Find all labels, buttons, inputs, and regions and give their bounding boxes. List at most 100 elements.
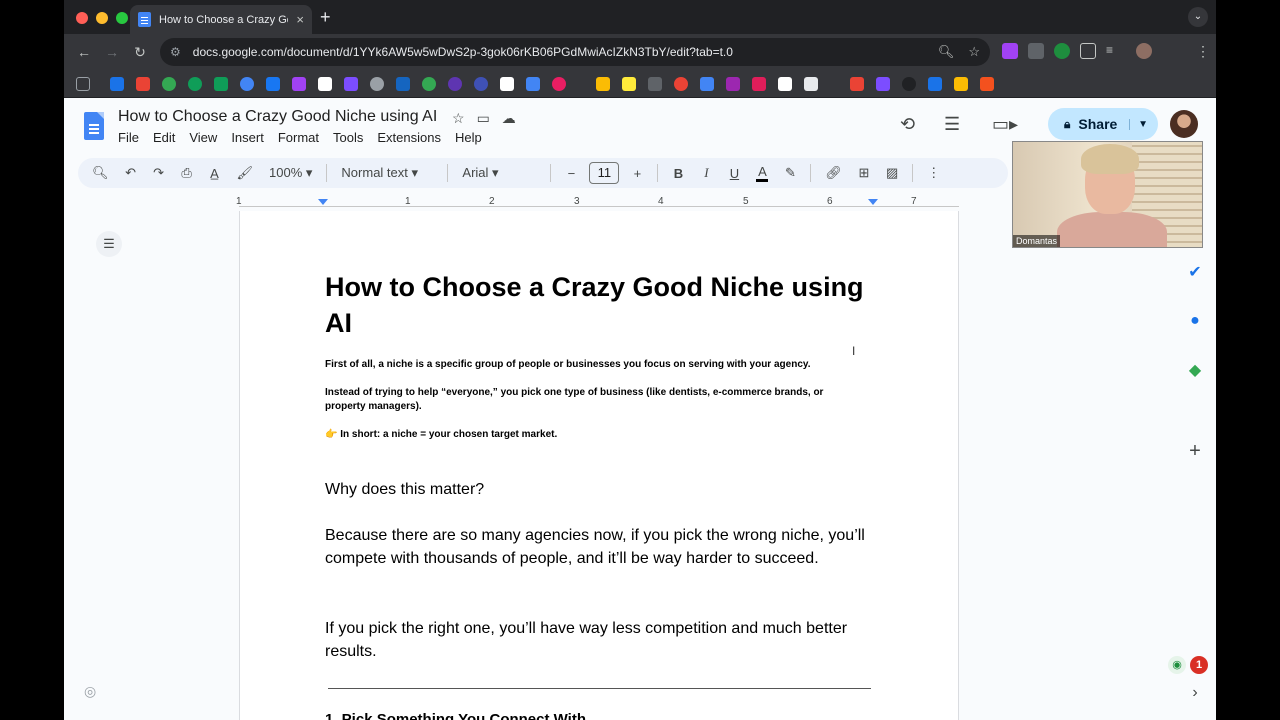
bookmark-white-icon[interactable] [778, 77, 792, 91]
maximize-window-button[interactable] [116, 12, 128, 24]
bold-button[interactable]: B [672, 166, 684, 181]
move-folder-icon[interactable]: ▭ [477, 110, 490, 127]
left-indent-marker[interactable] [318, 199, 328, 205]
extension-s-icon[interactable] [1002, 43, 1018, 59]
bookmark-globe-icon[interactable] [370, 77, 384, 91]
font-select[interactable]: Arial ▾ [462, 165, 536, 181]
menu-edit[interactable]: Edit [153, 130, 175, 145]
right-indent-marker[interactable] [868, 199, 878, 205]
bookmark-w-icon[interactable] [928, 77, 942, 91]
bookmark-whatsapp-icon[interactable] [422, 77, 436, 91]
maps-pin-icon[interactable]: ◆ [1184, 360, 1206, 382]
undo-icon[interactable]: ↶ [125, 165, 137, 181]
tab-close-icon[interactable]: × [296, 12, 304, 27]
print-icon[interactable]: ⎙ [181, 165, 193, 181]
cloud-status-icon[interactable]: ☁ [502, 110, 516, 127]
tasks-icon[interactable]: ✔ [1184, 262, 1206, 284]
address-bar[interactable]: ⚙ docs.google.com/document/d/1YYk6AW5w5w… [160, 38, 990, 66]
zoom-icon[interactable]: 🔍︎ [938, 44, 955, 60]
version-history-icon[interactable]: ⟲ [900, 114, 915, 135]
highlight-pen-icon[interactable]: ✎ [784, 165, 796, 181]
bookmark-dark-icon[interactable] [902, 77, 916, 91]
redo-icon[interactable]: ↷ [153, 165, 165, 181]
docs-logo-icon[interactable] [84, 112, 104, 140]
add-addon-icon[interactable]: + [1184, 440, 1206, 462]
document-page[interactable]: How to Choose a Crazy Good Niche using A… [239, 211, 959, 720]
bookmark-n-icon[interactable] [726, 77, 740, 91]
document-title[interactable]: How to Choose a Crazy Good Niche using A… [118, 108, 437, 126]
contacts-icon[interactable]: ● [1184, 312, 1206, 334]
style-select[interactable]: Normal text ▾ [341, 165, 433, 181]
extension-code-icon[interactable] [1028, 43, 1044, 59]
italic-button[interactable]: I [700, 165, 712, 181]
menu-help[interactable]: Help [455, 130, 482, 145]
bookmark-maps-icon[interactable] [162, 77, 176, 91]
bookmark-m-icon[interactable] [318, 77, 332, 91]
bookmark-pink-icon[interactable] [552, 77, 566, 91]
zoom-select[interactable]: 100% ▾ [269, 165, 312, 181]
tab-search-icon[interactable]: ⌄ [1188, 7, 1208, 27]
spellcheck-icon[interactable]: A̲ [209, 166, 221, 181]
text-color-button[interactable]: A [756, 164, 769, 182]
expand-panel-icon[interactable]: › [1184, 684, 1206, 706]
bookmark-gmail-icon[interactable] [136, 77, 150, 91]
extension-green-icon[interactable] [1054, 43, 1070, 59]
increase-font-size-button[interactable]: + [631, 166, 643, 181]
comments-icon[interactable]: ☰ [944, 114, 960, 135]
reload-icon[interactable]: ↻ [126, 44, 154, 61]
bookmark-gear-icon[interactable] [474, 77, 488, 91]
share-dropdown-icon[interactable]: ▼ [1129, 118, 1148, 130]
bookmark-s2-icon[interactable] [344, 77, 358, 91]
bookmark-warning-icon[interactable] [954, 77, 968, 91]
menu-extensions[interactable]: Extensions [377, 130, 441, 145]
bookmark-drive-icon[interactable] [596, 77, 610, 91]
menu-format[interactable]: Format [278, 130, 319, 145]
browser-menu-icon[interactable]: ⋮ [1196, 43, 1210, 60]
bookmark-calendar-icon[interactable] [110, 77, 124, 91]
paint-format-icon[interactable]: 🖌︎ [237, 165, 254, 181]
menu-insert[interactable]: Insert [231, 130, 264, 145]
account-avatar[interactable] [1170, 110, 1198, 138]
bookmark-check-icon[interactable] [188, 77, 202, 91]
bookmark-triangle-icon[interactable] [648, 77, 662, 91]
profile-avatar-icon[interactable] [1136, 43, 1152, 59]
document-outline-icon[interactable]: ☰ [96, 231, 122, 257]
back-arrow-icon[interactable]: ← [70, 44, 98, 60]
more-options-icon[interactable]: ⋮ [927, 165, 940, 181]
notification-badge[interactable]: ◉ 1 [1168, 656, 1214, 676]
extensions-puzzle-icon[interactable] [1080, 43, 1096, 59]
bookmark-blue-icon[interactable] [240, 77, 254, 91]
bookmark-star-icon[interactable]: ☆ [968, 44, 980, 60]
insert-link-icon[interactable]: 🔗︎ [825, 165, 842, 181]
close-window-button[interactable] [76, 12, 88, 24]
forward-arrow-icon[interactable]: → [98, 44, 126, 60]
minimize-window-button[interactable] [96, 12, 108, 24]
decrease-font-size-button[interactable]: − [565, 166, 577, 181]
bookmark-orange-icon[interactable] [980, 77, 994, 91]
meet-video-icon[interactable]: ▭▸ [992, 114, 1018, 135]
bookmark-s-icon[interactable] [292, 77, 306, 91]
share-button[interactable]: 🔒︎ Share ▼ [1048, 108, 1158, 140]
bookmark-meta-icon[interactable] [266, 77, 280, 91]
search-menus-icon[interactable]: 🔍︎ [92, 165, 109, 181]
menu-file[interactable]: File [118, 130, 139, 145]
bookmark-x-icon[interactable] [396, 77, 410, 91]
bookmark-red-icon[interactable] [674, 77, 688, 91]
bookmark-slack-icon[interactable] [752, 77, 766, 91]
site-info-icon[interactable]: ⚙ [170, 45, 181, 59]
bookmark-image-icon[interactable] [804, 77, 818, 91]
bookmark-sheets-icon[interactable] [214, 77, 228, 91]
browser-tab[interactable]: How to Choose a Crazy Good × [130, 5, 312, 34]
menu-tools[interactable]: Tools [333, 130, 363, 145]
bookmark-game-icon[interactable] [876, 77, 890, 91]
fingerprint-icon[interactable]: ◎ [84, 683, 96, 700]
bookmark-arrow-icon[interactable] [700, 77, 714, 91]
bookmark-camera-icon[interactable] [500, 77, 514, 91]
bookmark-a-icon[interactable] [850, 77, 864, 91]
menu-view[interactable]: View [189, 130, 217, 145]
bookmark-purple-icon[interactable] [448, 77, 462, 91]
new-tab-button[interactable]: + [320, 7, 331, 28]
star-icon[interactable]: ☆ [452, 110, 465, 127]
font-size-input[interactable]: 11 [589, 162, 620, 184]
media-icon[interactable]: ≡ [1106, 43, 1126, 59]
